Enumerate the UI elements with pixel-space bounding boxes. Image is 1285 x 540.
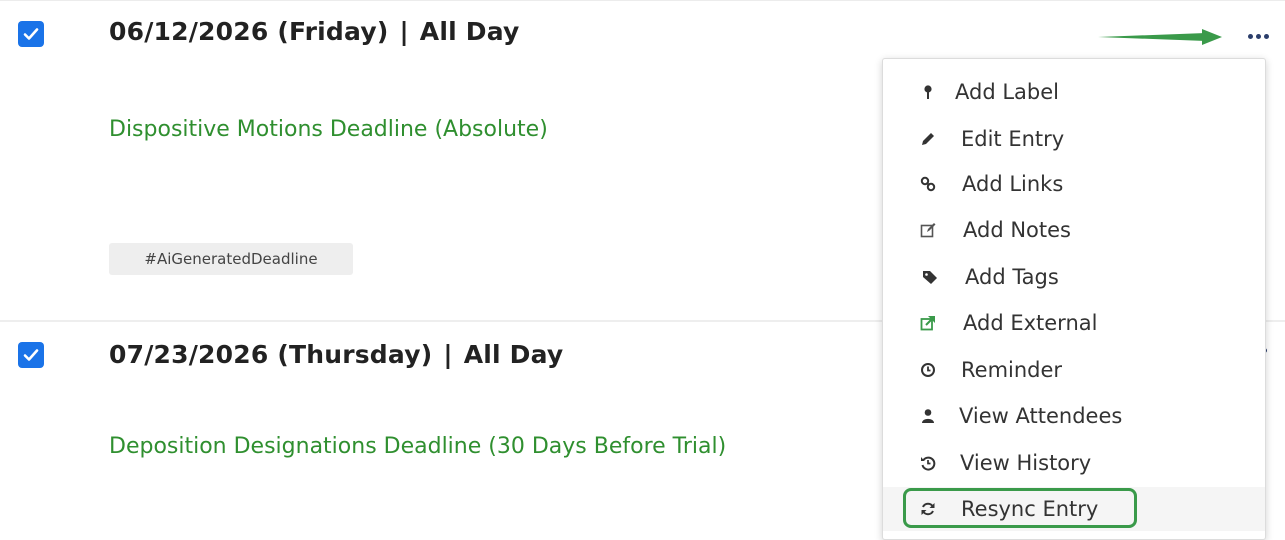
- menu-item-label: Add Links: [962, 172, 1064, 196]
- menu-item-edit-entry[interactable]: Edit Entry: [883, 117, 1265, 161]
- dot: [1247, 33, 1253, 39]
- entry-tag[interactable]: #AiGeneratedDeadline: [109, 243, 353, 275]
- checkmark-icon: [23, 349, 39, 361]
- entry-date: 07/23/2026 (Thursday): [109, 340, 433, 369]
- note-edit-icon: [919, 221, 937, 239]
- menu-item-label: View Attendees: [959, 404, 1123, 428]
- user-icon: [919, 407, 937, 425]
- entry-checkbox[interactable]: [18, 21, 44, 47]
- clock-icon: [919, 361, 937, 379]
- menu-item-reminder[interactable]: Reminder: [883, 348, 1265, 392]
- menu-item-label: View History: [960, 451, 1092, 475]
- annotation-highlight-box: [903, 488, 1137, 528]
- entry-title-link[interactable]: Dispositive Motions Deadline (Absolute): [109, 117, 548, 142]
- menu-item-label: Reminder: [961, 358, 1063, 382]
- pin-icon: [919, 83, 937, 101]
- external-link-icon: [919, 314, 937, 332]
- menu-item-add-notes[interactable]: Add Notes: [883, 208, 1265, 252]
- menu-item-view-attendees[interactable]: View Attendees: [883, 394, 1265, 438]
- menu-item-label: Add Tags: [965, 265, 1059, 289]
- annotation-arrow-icon: [1098, 29, 1222, 45]
- entry-date-line: 06/12/2026 (Friday) | All Day: [109, 17, 520, 46]
- menu-item-label: Add Notes: [963, 218, 1071, 242]
- dot: [1263, 33, 1269, 39]
- history-icon: [919, 454, 937, 472]
- entry-date: 06/12/2026 (Friday): [109, 17, 389, 46]
- dot: [1255, 33, 1261, 39]
- entry-date-line: 07/23/2026 (Thursday) | All Day: [109, 340, 563, 369]
- entry-context-menu: Add Label Edit Entry Add Links Add Notes…: [882, 58, 1266, 540]
- menu-item-label: Add External: [963, 311, 1098, 335]
- link-icon: [919, 175, 937, 193]
- entry-time: All Day: [419, 17, 520, 46]
- menu-item-view-history[interactable]: View History: [883, 441, 1265, 485]
- menu-item-label: Edit Entry: [961, 127, 1065, 151]
- menu-item-add-label[interactable]: Add Label: [883, 70, 1265, 114]
- date-separator: |: [443, 340, 453, 369]
- menu-item-add-tags[interactable]: Add Tags: [883, 255, 1265, 299]
- tags-icon: [921, 268, 939, 286]
- checkmark-icon: [23, 28, 39, 40]
- date-separator: |: [399, 17, 409, 46]
- menu-item-label: Add Label: [955, 80, 1059, 104]
- pencil-icon: [919, 130, 937, 148]
- menu-item-add-links[interactable]: Add Links: [883, 162, 1265, 206]
- entry-time: All Day: [463, 340, 564, 369]
- more-options-button[interactable]: [1241, 26, 1275, 46]
- entry-title-link[interactable]: Deposition Designations Deadline (30 Day…: [109, 434, 726, 459]
- entry-checkbox[interactable]: [18, 342, 44, 368]
- menu-item-add-external[interactable]: Add External: [883, 301, 1265, 345]
